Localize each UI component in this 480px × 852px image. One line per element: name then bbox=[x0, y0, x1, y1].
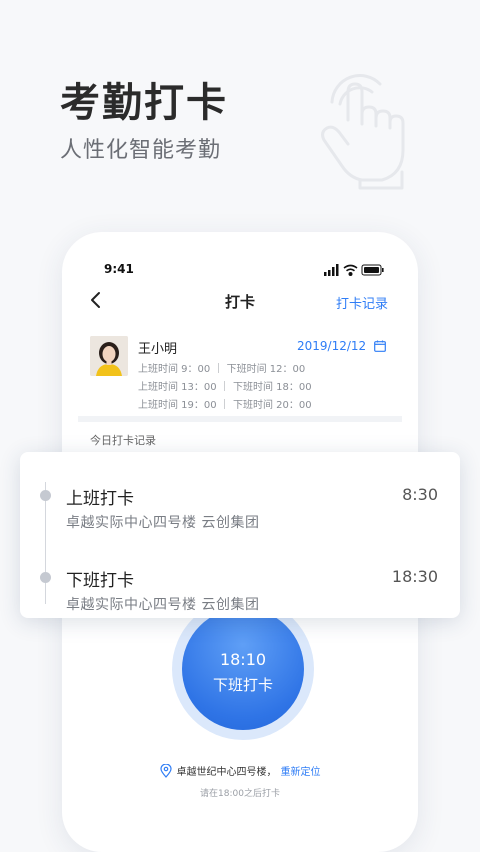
signal-icon bbox=[324, 264, 339, 276]
shift-time-2: 上班时间 13：00 ｜ 下班时间 18：00 bbox=[138, 382, 312, 393]
date-picker[interactable]: 2019/12/12 bbox=[297, 339, 386, 353]
status-icons bbox=[324, 264, 384, 276]
profile-section: 王小明 2019/12/12 上班时间 9：00 ｜ 下班时间 12：00 上班… bbox=[90, 334, 390, 412]
hero-title: 考勤打卡 bbox=[60, 79, 228, 126]
date-value: 2019/12/12 bbox=[297, 339, 367, 353]
wifi-icon bbox=[343, 264, 358, 276]
timeline-dot bbox=[40, 490, 51, 501]
shift-time-1: 上班时间 9：00 ｜ 下班时间 12：00 bbox=[138, 364, 306, 375]
location-line: 卓越世纪中心四号楼， 重新定位 bbox=[62, 763, 418, 778]
section-divider bbox=[78, 416, 402, 422]
hero-subtitle: 人性化智能考勤 bbox=[60, 138, 222, 163]
records-card: 上班打卡 卓越实际中心四号楼 云创集团 8:30 下班打卡 卓越实际中心四号楼 … bbox=[20, 452, 460, 618]
status-bar: 9:41 bbox=[102, 262, 384, 278]
location-pin-icon bbox=[159, 764, 172, 778]
nav-bar: 打卡 打卡记录 bbox=[62, 288, 418, 316]
clock-hint: 请在18:00之后打卡 bbox=[200, 789, 280, 799]
timeline-dot bbox=[40, 572, 51, 583]
battery-icon bbox=[361, 264, 384, 276]
calendar-icon bbox=[374, 340, 386, 352]
status-time: 9:41 bbox=[104, 262, 134, 276]
pointing-hand-icon bbox=[321, 74, 405, 190]
record-item-clock-in: 上班打卡 卓越实际中心四号楼 云创集团 8:30 bbox=[20, 464, 460, 534]
today-records-label: 今日打卡记录 bbox=[90, 434, 156, 447]
avatar bbox=[90, 336, 128, 376]
record-link[interactable]: 打卡记录 bbox=[336, 293, 388, 312]
record-time: 18:30 bbox=[391, 567, 438, 586]
record-location: 卓越实际中心四号楼 云创集团 bbox=[66, 515, 260, 531]
record-location: 卓越实际中心四号楼 云创集团 bbox=[66, 597, 260, 613]
relocate-link[interactable]: 重新定位 bbox=[281, 767, 321, 778]
location-text: 卓越世纪中心四号楼， bbox=[176, 767, 277, 778]
record-item-clock-out: 下班打卡 卓越实际中心四号楼 云创集团 18:30 bbox=[20, 546, 460, 616]
record-title: 下班打卡 bbox=[66, 571, 134, 591]
clock-time: 18:10 bbox=[219, 650, 267, 669]
record-time: 8:30 bbox=[402, 485, 438, 504]
shift-time-3: 上班时间 19：00 ｜ 下班时间 20：00 bbox=[138, 400, 312, 411]
record-title: 上班打卡 bbox=[66, 489, 134, 509]
clock-label: 下班打卡 bbox=[212, 676, 273, 694]
user-name: 王小明 bbox=[138, 342, 178, 357]
clock-out-button[interactable]: 18:10 下班打卡 bbox=[182, 608, 304, 730]
